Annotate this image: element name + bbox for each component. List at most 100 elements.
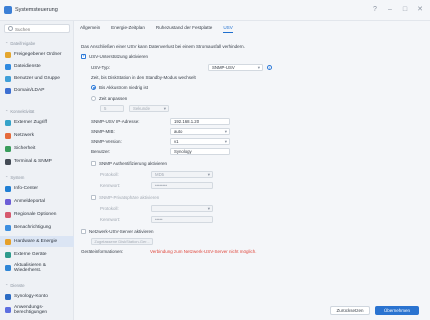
sidebar-item-file-services[interactable]: Dateidienste (0, 62, 74, 71)
window-title: Systemsteuerung (15, 7, 58, 13)
search-box[interactable] (4, 24, 70, 33)
priv-protocol-select[interactable] (151, 205, 213, 212)
until-low-battery-label: Bis Akkustrom niedrig ist (99, 85, 149, 90)
chevron-up-icon: ⌃ (5, 109, 9, 114)
tab-general[interactable]: Allgemein (80, 21, 100, 35)
tab-bar: Allgemein Energie-Zeitplan Ruhezustand d… (80, 21, 234, 35)
sidebar-item-external-access[interactable]: Externer Zugriff (0, 118, 74, 127)
snmp-version-select[interactable]: v1 (170, 138, 230, 145)
snmp-user-label: Benutzer: (91, 149, 111, 154)
minimize-icon[interactable]: – (386, 6, 394, 14)
custom-time-radio[interactable] (91, 96, 96, 101)
auth-password-input[interactable]: •••••••• (151, 182, 213, 189)
sidebar-item-external-devices[interactable]: Externe Geräte (0, 250, 74, 259)
snmp-auth-label: SNMP Authentifizierung aktivieren (99, 161, 167, 166)
sidebar-item-notification[interactable]: Benachrichtigung (0, 223, 74, 232)
maximize-icon[interactable]: □ (401, 6, 409, 14)
section-system[interactable]: ⌃ System (5, 175, 24, 180)
auth-protocol-label: Protokoll: (100, 172, 119, 177)
sidebar-item-security[interactable]: Sicherheit (0, 144, 74, 153)
snmp-ip-input[interactable]: 192.168.1.20 (170, 118, 230, 125)
snmp-privacy-label: SNMP-Privatsphäre aktivieren (99, 195, 160, 200)
ups-type-label: USV-Typ: (91, 65, 111, 70)
sidebar-item-app-privileges[interactable]: Anwendungs-berechtigungen (0, 303, 74, 316)
section-file-sharing[interactable]: ⌃ Dateifreigabe (5, 41, 35, 46)
sidebar-item-terminal-snmp[interactable]: Terminal & SNMP (0, 157, 74, 166)
network-icon (5, 132, 11, 139)
chevron-up-icon: ⌃ (5, 175, 9, 180)
external-device-icon (5, 251, 11, 258)
ups-type-select[interactable]: SNMP-USV (208, 64, 263, 71)
app-privileges-icon (5, 306, 11, 313)
update-icon (5, 264, 11, 271)
ups-intro-text: Das Anschließen einer USV kann Datenverl… (81, 44, 245, 49)
standby-time-label: Zeit, bis DiskStation in den Standby-Mod… (91, 75, 196, 80)
search-icon (8, 26, 13, 31)
custom-time-label: Zeit anpassen (99, 96, 128, 101)
content-panel: Allgemein Energie-Zeitplan Ruhezustand d… (74, 21, 430, 300)
chevron-up-icon: ⌃ (5, 283, 9, 288)
users-icon (5, 75, 11, 82)
custom-time-unit-select[interactable]: Sekunde (129, 105, 169, 112)
snmp-mib-label: SNMP-MIB: (91, 129, 115, 134)
control-panel-window: Systemsteuerung ? – □ ✕ ⌃Dateifreigabe F… (0, 0, 430, 320)
help-icon[interactable]: ? (371, 6, 379, 14)
sidebar-item-domain-ldap[interactable]: Domain/LDAP (0, 86, 74, 95)
file-services-icon (5, 63, 11, 70)
custom-time-input[interactable]: 5 (100, 105, 124, 112)
window-controls: ? – □ ✕ (371, 6, 424, 14)
auth-password-label: Kennwort: (100, 183, 121, 188)
snmp-privacy-checkbox[interactable] (91, 195, 96, 200)
hardware-power-icon (5, 238, 11, 245)
auth-protocol-select[interactable]: MD5 (151, 171, 213, 178)
snmp-user-input[interactable]: Synology (170, 148, 230, 155)
sidebar-item-network[interactable]: Netzwerk (0, 131, 74, 140)
sidebar-item-regional-options[interactable]: Regionale Optionen (0, 210, 74, 219)
permitted-devices-button[interactable]: Zugelassene DiskStation-Ger... (91, 238, 153, 245)
search-input[interactable] (15, 26, 67, 32)
sidebar-item-shared-folder[interactable]: Freigegebener Ordner (0, 50, 74, 59)
title-bar: Systemsteuerung ? – □ ✕ (0, 0, 430, 21)
terminal-icon (5, 158, 11, 165)
reset-button[interactable]: Zurücksetzen (330, 306, 370, 315)
domain-icon (5, 87, 11, 94)
network-ups-server-checkbox[interactable] (81, 229, 86, 234)
chevron-up-icon: ⌃ (5, 41, 9, 46)
sidebar-item-hardware-power[interactable]: Hardware & Energie (0, 236, 74, 247)
info-icon[interactable]: i (267, 65, 272, 70)
network-ups-server-label: Netzwerk-USV-Server aktivieren (89, 229, 154, 234)
close-icon[interactable]: ✕ (416, 6, 424, 14)
footer-bar: Zurücksetzen Übernehmen (74, 300, 430, 320)
sidebar-item-users-groups[interactable]: Benutzer und Gruppe (0, 74, 74, 83)
priv-password-input[interactable]: ••••• (151, 216, 213, 223)
enable-ups-label: USV-Unterstützung aktivieren (89, 54, 149, 59)
sidebar-item-synology-account[interactable]: Synology-Konto (0, 292, 74, 301)
enable-ups-checkbox[interactable] (81, 53, 86, 59)
control-panel-icon (4, 6, 12, 14)
device-info-label: Geräteinformationen: (81, 249, 124, 254)
tab-hdd-hibernation[interactable]: Ruhezustand der Festplatte (156, 21, 212, 35)
snmp-mib-select[interactable]: auto (170, 128, 230, 135)
section-services[interactable]: ⌃ Dienste (5, 283, 25, 288)
sidebar-item-login-portal[interactable]: Anmeldeportal (0, 197, 74, 206)
sidebar: ⌃Dateifreigabe Freigegebener Ordner Date… (0, 21, 74, 320)
priv-password-label: Kennwort: (100, 217, 121, 222)
notification-icon (5, 224, 11, 231)
until-low-battery-radio[interactable] (91, 85, 96, 90)
globe-icon (5, 119, 11, 126)
snmp-ip-label: SNMP-USV IP-Adresse: (91, 119, 140, 124)
tab-ups[interactable]: USV (223, 21, 234, 35)
account-icon (5, 293, 11, 300)
regional-icon (5, 211, 11, 218)
snmp-auth-checkbox[interactable] (91, 161, 96, 166)
folder-icon (5, 51, 11, 58)
info-icon (5, 185, 11, 192)
priv-protocol-label: Protokoll: (100, 206, 119, 211)
apply-button[interactable]: Übernehmen (375, 306, 419, 315)
sidebar-item-update-restore[interactable]: Aktualisieren & Wiederherst. (0, 261, 74, 274)
sidebar-item-info-center[interactable]: Info-Center (0, 184, 74, 193)
section-connectivity[interactable]: ⌃ Konnektivität (5, 109, 34, 114)
tab-power-schedule[interactable]: Energie-Zeitplan (111, 21, 145, 35)
snmp-version-label: SNMP-Version: (91, 139, 122, 144)
shield-icon (5, 145, 11, 152)
